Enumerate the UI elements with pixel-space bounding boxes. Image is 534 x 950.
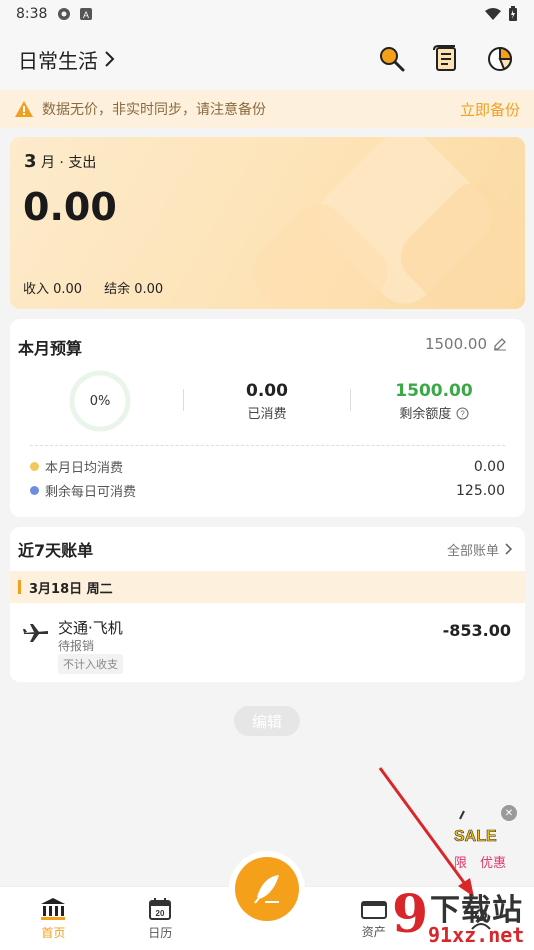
tab-calendar[interactable]: 20 日历: [107, 887, 214, 950]
battery-icon: [509, 6, 517, 21]
svg-text:A: A: [83, 10, 89, 20]
calendar-icon: 20: [149, 897, 172, 920]
expense-month: 3 月 · 支出: [24, 151, 96, 172]
daily-average-label: 本月日均消费: [45, 461, 124, 476]
wifi-icon: [485, 8, 501, 20]
spent-stat: 0.00 已消费: [197, 381, 337, 422]
edit-icon: [494, 338, 506, 351]
yellow-dot-icon: [30, 462, 39, 471]
blue-dot-icon: [30, 486, 39, 495]
bill-tag: 不计入收支: [58, 654, 123, 674]
spent-value: 0.00: [246, 381, 288, 401]
book-selector[interactable]: 日常生活: [18, 45, 116, 74]
bill-status: 待报销: [58, 639, 95, 653]
chevron-right-icon: [105, 51, 115, 67]
balance-label: 结余 0.00: [104, 282, 164, 297]
tab-assets-label: 资产: [361, 924, 386, 939]
app-header: 日常生活: [0, 28, 534, 90]
budget-percent: 0%: [89, 393, 111, 409]
remaining-stat: 1500.00 剩余额度 ?: [364, 381, 504, 422]
card-decoration: [252, 137, 525, 309]
month-number: 3: [24, 151, 37, 172]
quill-pen-icon: [254, 875, 279, 904]
promo-text-right: 优惠: [480, 856, 506, 871]
budget-title: 本月预算: [18, 339, 83, 358]
bill-date-row: 3月18日 周二: [10, 571, 525, 603]
search-icon: [380, 47, 405, 72]
month-suffix: 月 · 支出: [40, 155, 97, 171]
book-title: 日常生活: [18, 48, 98, 73]
help-icon: ?: [456, 407, 469, 420]
remaining-label: 剩余额度: [399, 407, 452, 422]
date-accent-bar: [18, 580, 21, 594]
warning-icon: [15, 101, 33, 117]
spent-label: 已消费: [247, 407, 287, 422]
bill-name: 交通·飞机: [58, 619, 123, 637]
remaining-label-wrap[interactable]: 剩余额度 ?: [364, 403, 504, 422]
scroll-document-icon: [433, 45, 456, 71]
watermark-url: 91xz.net: [428, 923, 525, 947]
bank-home-icon: [41, 897, 66, 920]
bill-list-button[interactable]: [430, 43, 462, 75]
status-time: 8:38: [16, 6, 48, 22]
app-notification-icon: [58, 8, 71, 20]
airplane-icon: [23, 624, 48, 642]
statistics-button[interactable]: [484, 43, 516, 75]
divider: [350, 389, 351, 411]
monthly-budget-card[interactable]: 本月预算 1500.00 0% 0.00 已消费 1500.00 剩余额度 ? …: [10, 319, 525, 517]
backup-warning-bar: 数据无价，非实时同步，请注意备份 立即备份: [0, 90, 534, 128]
dashed-divider: [30, 445, 505, 446]
chevron-right-icon: [505, 543, 513, 555]
expense-summary: 收入 0.00 结余 0.00: [23, 278, 163, 297]
tab-home-label: 首页: [41, 925, 66, 940]
bill-date: 3月18日 周二: [29, 581, 113, 597]
daily-remaining-label: 剩余每日可消费: [45, 485, 137, 500]
daily-remaining-value: 125.00: [456, 482, 505, 499]
edit-button[interactable]: 编辑: [234, 706, 300, 736]
expense-amount: 0.00: [23, 185, 117, 229]
watermark-nine: 9: [392, 884, 429, 945]
monthly-expense-card[interactable]: 3 月 · 支出 0.00 收入 0.00 结余 0.00: [10, 137, 525, 309]
daily-average-row: 本月日均消费 0.00: [30, 457, 505, 476]
promo-sale-text: SALE: [454, 828, 497, 845]
all-bills-link[interactable]: 全部账单: [447, 540, 513, 559]
all-bills-label: 全部账单: [446, 543, 499, 559]
close-icon[interactable]: ✕: [501, 805, 517, 821]
bills-header: 近7天账单 全部账单: [10, 527, 525, 571]
backup-now-link[interactable]: 立即备份: [460, 99, 520, 120]
daily-average-value: 0.00: [473, 458, 505, 475]
watermark-logo: 9 下载站 91xz.net: [392, 885, 534, 950]
income-label: 收入 0.00: [23, 282, 83, 297]
remaining-value: 1500.00: [395, 381, 473, 401]
promo-text-left: 限: [454, 856, 467, 871]
pie-chart-icon: [488, 46, 513, 71]
status-bar: 8:38 A: [0, 0, 534, 28]
svg-text:?: ?: [460, 410, 465, 419]
bills-title: 近7天账单: [18, 541, 94, 560]
daily-remaining-row: 剩余每日可消费 125.00: [30, 481, 505, 500]
search-button[interactable]: [376, 43, 408, 75]
add-record-button[interactable]: [235, 857, 299, 921]
tab-home[interactable]: 首页: [0, 887, 107, 950]
recent-bills-card: 近7天账单 全部账单 3月18日 周二 交通·飞机 待报销 不计入收支 -853…: [10, 527, 525, 682]
divider: [183, 389, 184, 411]
budget-total-value: 1500.00: [424, 335, 487, 353]
budget-total[interactable]: 1500.00: [425, 335, 507, 353]
wallet-icon: [360, 900, 387, 919]
tab-calendar-label: 日历: [148, 925, 173, 940]
warning-message: 数据无价，非实时同步，请注意备份: [42, 102, 266, 118]
a-notification-icon: A: [80, 8, 93, 20]
bill-item[interactable]: 交通·飞机 待报销 不计入收支 -853.00: [10, 603, 525, 681]
calendar-day-text: 20: [156, 909, 165, 918]
bill-amount: -853.00: [442, 621, 511, 640]
